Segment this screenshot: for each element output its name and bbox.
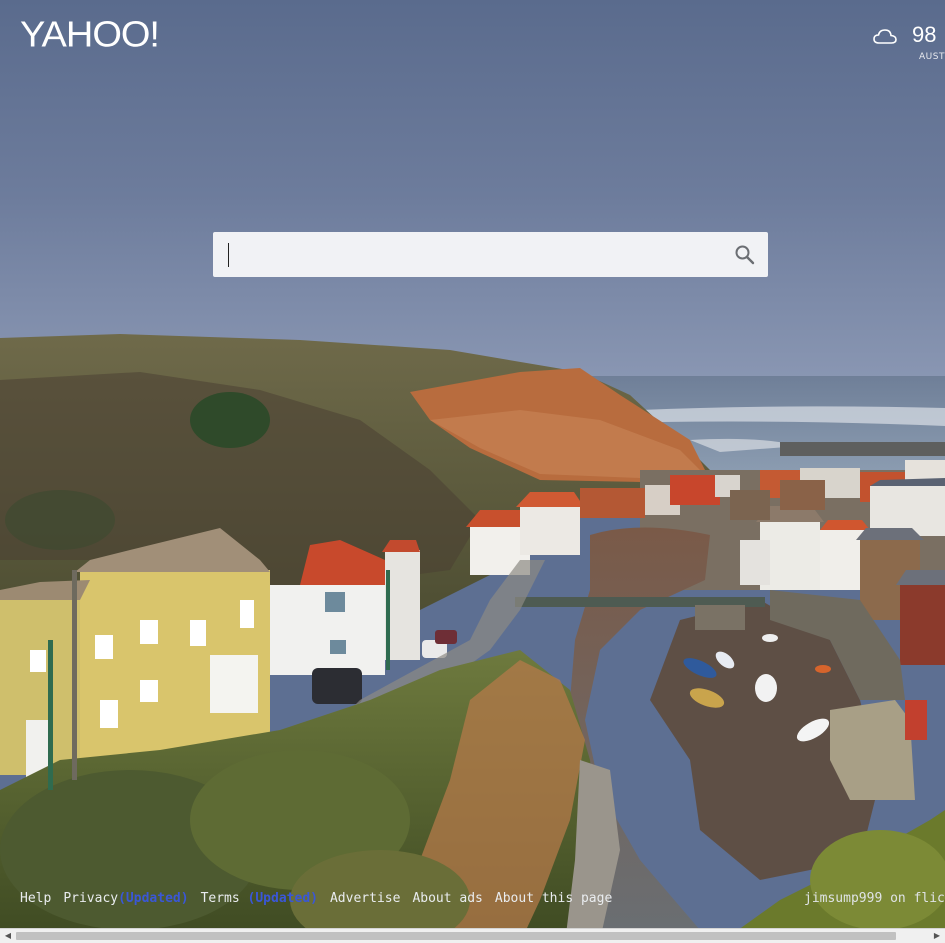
cloud-icon: [873, 29, 897, 44]
footer-link-terms[interactable]: Terms: [201, 891, 240, 906]
search-icon[interactable]: [732, 242, 758, 268]
footer-link-advertise[interactable]: Advertise: [330, 891, 400, 906]
scroll-left-icon[interactable]: ◀: [2, 931, 14, 941]
scroll-right-icon[interactable]: ▶: [931, 931, 943, 941]
footer-link-help[interactable]: Help: [20, 891, 51, 906]
background-photo: [0, 0, 945, 943]
weather-temperature: 98: [912, 22, 937, 47]
photo-credit[interactable]: jimsump999 on flickr: [804, 891, 945, 906]
weather-widget[interactable]: 98 AUSTIN: [873, 20, 945, 70]
terms-updated-tag[interactable]: (Updated): [248, 891, 318, 906]
footer-links: Help Privacy(Updated) Terms (Updated) Adver…: [20, 891, 612, 906]
weather-city: AUSTIN: [919, 52, 945, 62]
privacy-updated-tag[interactable]: (Updated): [118, 891, 188, 906]
text-cursor: [228, 243, 229, 267]
yahoo-logo[interactable]: YAHOO!: [20, 15, 160, 56]
search-box: [213, 232, 768, 277]
yahoo-homepage: YAHOO! 98 AUSTIN HelpPrivacy(Updated)Ter…: [0, 0, 945, 943]
footer-link-privacy[interactable]: Privacy: [63, 891, 118, 906]
footer-link-about-ads[interactable]: About ads: [412, 891, 482, 906]
horizontal-scrollbar[interactable]: ◀ ▶: [0, 928, 945, 943]
search-input[interactable]: [223, 238, 722, 273]
footer-link-about-page[interactable]: About this page: [495, 891, 612, 906]
scrollbar-thumb[interactable]: [16, 932, 896, 940]
